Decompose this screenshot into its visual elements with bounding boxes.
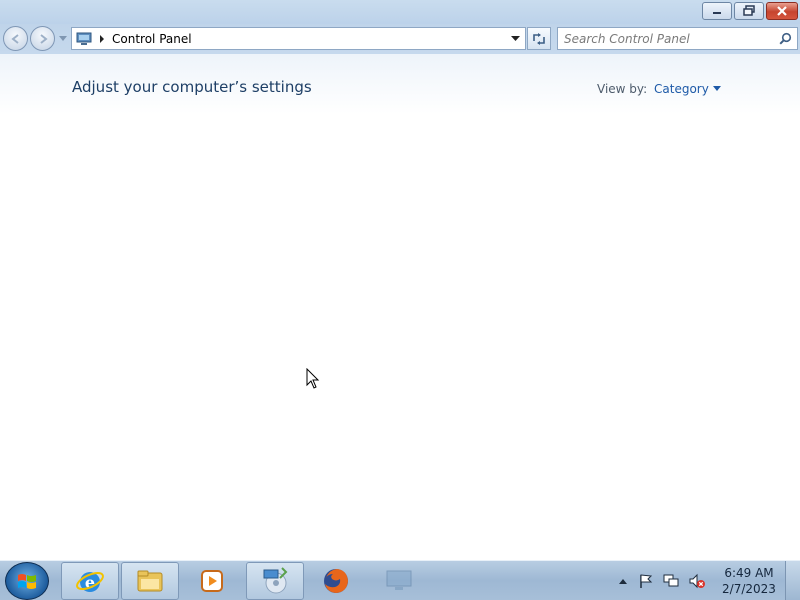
view-by-dropdown[interactable]: Category [654,82,721,96]
forward-arrow-icon [39,33,48,44]
mouse-cursor-icon [306,368,320,389]
volume-muted-icon[interactable] [688,573,706,589]
minimize-icon [713,12,721,14]
refresh-button[interactable] [527,27,551,50]
taskbar-clock[interactable]: 6:49 AM 2/7/2023 [716,565,782,597]
control-panel-icon [386,570,412,590]
view-by-label: View by: [597,82,648,96]
taskbar-media-center[interactable] [246,562,304,600]
taskbar-internet-explorer[interactable]: e [61,562,119,600]
content-area: Adjust your computer’s settings View by:… [0,54,800,560]
start-button[interactable] [5,562,49,600]
address-bar[interactable]: Control Panel [71,27,526,50]
search-input[interactable] [564,30,774,47]
taskbar-file-explorer[interactable] [121,562,179,600]
breadcrumb-control-panel[interactable]: Control Panel [112,32,192,46]
navigation-bar: Control Panel [0,24,800,54]
back-arrow-icon [10,33,19,44]
search-box[interactable] [557,27,798,50]
back-button[interactable] [3,26,28,51]
taskbar-control-panel[interactable] [370,562,428,600]
file-explorer-icon [137,570,163,592]
system-tray [618,561,706,600]
windows-start-icon [18,574,36,589]
show-hidden-icons[interactable] [618,577,628,585]
page-title: Adjust your computer’s settings [72,78,312,96]
media-player-icon [201,570,223,592]
network-icon[interactable] [662,573,680,589]
refresh-icon [533,32,545,45]
chevron-down-icon[interactable] [712,86,721,92]
close-icon [777,6,787,16]
search-icon[interactable] [779,32,792,45]
forward-button[interactable] [30,26,55,51]
address-dropdown-icon[interactable] [511,36,520,42]
clock-date: 2/7/2023 [722,582,776,596]
firefox-icon [324,569,348,593]
restore-button[interactable] [734,2,764,20]
breadcrumb-separator-icon[interactable] [99,34,105,43]
taskbar-media-player[interactable] [183,562,241,600]
show-desktop-button[interactable] [785,561,800,600]
close-button[interactable] [766,2,798,20]
action-center-flag-icon[interactable] [638,573,654,589]
taskbar: e 6:49 AM 2/7/2023 [0,560,800,600]
window-title-bar[interactable] [0,0,800,24]
clock-time: 6:49 AM [724,566,774,580]
internet-explorer-icon: e [76,571,104,592]
recent-pages-dropdown-icon[interactable] [59,36,67,42]
media-center-icon [263,567,288,594]
restore-icon [743,5,755,16]
minimize-button[interactable] [702,2,732,20]
control-panel-icon [76,32,92,45]
view-by-value[interactable]: Category [654,82,709,96]
window-controls [702,2,798,20]
taskbar-firefox[interactable] [307,562,365,600]
